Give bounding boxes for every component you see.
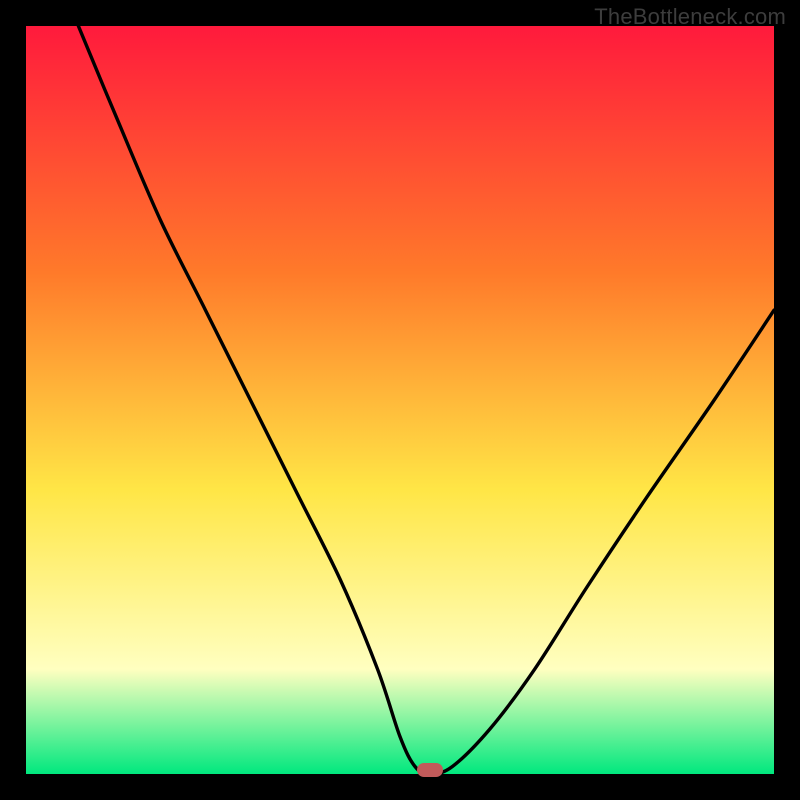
gradient-background xyxy=(26,26,774,774)
watermark-text: TheBottleneck.com xyxy=(594,4,786,30)
marker-pill-icon xyxy=(417,763,443,777)
bottleneck-plot xyxy=(26,26,774,774)
chart-frame: TheBottleneck.com xyxy=(0,0,800,800)
min-marker xyxy=(417,763,443,777)
